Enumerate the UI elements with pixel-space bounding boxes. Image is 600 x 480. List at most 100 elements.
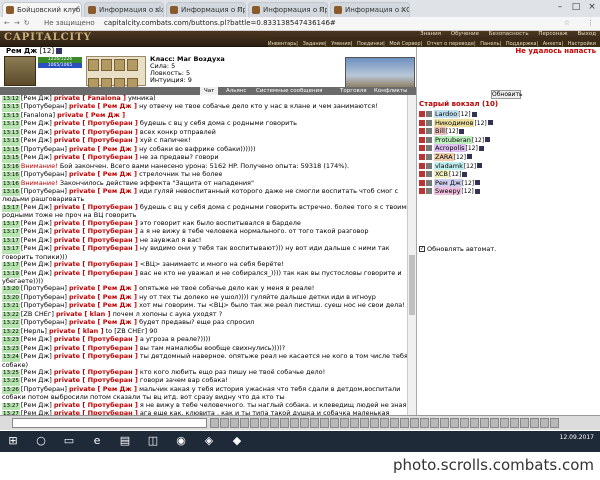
- equipment-slot[interactable]: [88, 59, 99, 71]
- message-author[interactable]: Рем Дж: [23, 369, 49, 376]
- message-time[interactable]: 13:17: [2, 220, 20, 229]
- start-icon[interactable]: ⊞: [4, 434, 22, 448]
- message-author[interactable]: Рем Дж: [23, 120, 49, 127]
- attack-icon[interactable]: [419, 162, 425, 169]
- private-recipient[interactable]: private [ Протуберан ]: [54, 237, 138, 244]
- toolbar-icon[interactable]: [400, 418, 409, 428]
- message-author[interactable]: Протуберан: [23, 171, 64, 178]
- info-icon[interactable]: [477, 163, 483, 169]
- message-time[interactable]: 13:22: [2, 311, 20, 320]
- top-link[interactable]: Знания: [420, 31, 441, 37]
- toolbar-icon[interactable]: [350, 418, 359, 428]
- message-author[interactable]: Рем Дж: [23, 237, 49, 244]
- private-recipient[interactable]: private [ Протуберан ]: [54, 220, 138, 227]
- private-recipient[interactable]: private [ Протуберан ]: [54, 228, 138, 235]
- message-author[interactable]: Рем Дж: [23, 261, 49, 268]
- private-recipient[interactable]: private [ Рем Дж ]: [69, 386, 137, 393]
- toolbar-icon[interactable]: [550, 418, 559, 428]
- tab-trade[interactable]: Торговля: [336, 87, 371, 95]
- room-player[interactable]: XCB[12]: [419, 170, 599, 179]
- attack-icon[interactable]: [419, 145, 425, 152]
- toolbar-icon[interactable]: [500, 418, 509, 428]
- private-recipient[interactable]: private [ Протуберан ]: [54, 353, 138, 360]
- private-recipient[interactable]: private [ Рем Дж ]: [69, 294, 137, 301]
- private-recipient[interactable]: private [ Протуберан ]: [54, 270, 138, 277]
- attack-icon[interactable]: [419, 179, 425, 186]
- message-time[interactable]: 13:17: [2, 237, 20, 246]
- info-icon[interactable]: [466, 154, 472, 160]
- folder-icon[interactable]: ▤: [116, 434, 134, 448]
- store-icon[interactable]: ◫: [144, 434, 162, 448]
- message-author[interactable]: Рем Дж: [23, 270, 49, 277]
- private-recipient[interactable]: private [ Рем Дж ]: [57, 112, 125, 119]
- attack-icon[interactable]: [419, 111, 425, 117]
- toolbar-icon[interactable]: [540, 418, 549, 428]
- top-link[interactable]: Персонаж: [538, 31, 567, 37]
- toolbar-icon[interactable]: [390, 418, 399, 428]
- toolbar-icon[interactable]: [510, 418, 519, 428]
- chat-input[interactable]: [12, 418, 207, 428]
- message-time[interactable]: 13:19: [2, 270, 20, 278]
- message-time[interactable]: 13:13: [2, 129, 20, 138]
- tab-conflicts[interactable]: Конфликты: [370, 87, 412, 95]
- toolbar-icon[interactable]: [520, 418, 529, 428]
- attack-icon[interactable]: [419, 171, 425, 178]
- private-recipient[interactable]: private [ Протуберан ]: [54, 120, 138, 127]
- equipment-slot[interactable]: [101, 59, 112, 71]
- private-recipient[interactable]: private [ Рем Дж ]: [69, 319, 137, 326]
- close-tab-icon[interactable]: ×: [72, 3, 78, 17]
- attack-icon[interactable]: [419, 188, 425, 195]
- message-time[interactable]: 13:13: [2, 112, 20, 121]
- app-icon[interactable]: ◈: [200, 434, 218, 448]
- toolbar-icon[interactable]: [210, 418, 219, 428]
- room-player-name[interactable]: Protuberan: [434, 135, 472, 144]
- message-author[interactable]: Рем Дж: [23, 220, 49, 227]
- private-recipient[interactable]: private [ Протуберан ]: [54, 369, 138, 376]
- chrome-icon[interactable]: ◉: [172, 434, 190, 448]
- message-author[interactable]: Рем Дж: [23, 228, 49, 235]
- info-icon[interactable]: [474, 188, 480, 194]
- close-tab-icon[interactable]: ×: [154, 3, 160, 17]
- auto-refresh-option[interactable]: ✓ Обновлять автомат.: [419, 245, 496, 253]
- room-player-name[interactable]: Никодимов: [434, 118, 475, 127]
- private-recipient[interactable]: private [ Протуберан ]: [54, 204, 138, 211]
- attack-icon[interactable]: [419, 153, 425, 160]
- equipment-slot[interactable]: [127, 59, 138, 71]
- message-time[interactable]: 13:20: [2, 294, 20, 303]
- message-author[interactable]: Нерль: [23, 328, 44, 335]
- room-player-name[interactable]: Acropolis: [434, 144, 466, 153]
- room-player-name[interactable]: Bill: [434, 127, 446, 136]
- message-author[interactable]: Рем Дж: [23, 377, 49, 384]
- private-recipient[interactable]: private [ Протуберан ]: [54, 336, 138, 343]
- message-author[interactable]: Протуберан: [23, 294, 64, 301]
- toolbar-icon[interactable]: [430, 418, 439, 428]
- message-time[interactable]: 13:26: [2, 386, 20, 395]
- app-icon[interactable]: ◆: [228, 434, 246, 448]
- toolbar-icon[interactable]: [480, 418, 489, 428]
- message-time[interactable]: 13:17: [2, 246, 20, 254]
- toolbar-icon[interactable]: [380, 418, 389, 428]
- private-recipient[interactable]: private [ Протуберан ]: [54, 261, 138, 268]
- back-icon[interactable]: ←: [4, 19, 14, 27]
- forward-icon[interactable]: →: [14, 19, 24, 27]
- message-author[interactable]: Рем Дж: [23, 137, 49, 144]
- tab-chat[interactable]: Чат: [200, 87, 219, 95]
- edge-icon[interactable]: e: [88, 434, 106, 448]
- toolbar-icon[interactable]: [450, 418, 459, 428]
- close-tab-icon[interactable]: ×: [318, 3, 324, 17]
- toolbar-icon[interactable]: [420, 418, 429, 428]
- browser-tab[interactable]: Бойцовский клуб ×: [2, 2, 82, 17]
- close-window-icon[interactable]: ×: [584, 0, 600, 15]
- attack-icon[interactable]: [419, 119, 425, 126]
- private-recipient[interactable]: private [ Протуберан ]: [54, 377, 138, 384]
- message-time[interactable]: 13:23: [2, 345, 20, 354]
- message-time[interactable]: 13:21: [2, 303, 20, 311]
- top-link[interactable]: Безопасность: [489, 31, 529, 37]
- message-time[interactable]: 13:17: [2, 204, 20, 213]
- toolbar-icon[interactable]: [410, 418, 419, 428]
- toolbar-icon[interactable]: [320, 418, 329, 428]
- private-recipient[interactable]: private [ Протуберан ]: [54, 129, 138, 136]
- message-time[interactable]: 13:25: [2, 369, 20, 378]
- toolbar-icon[interactable]: [300, 418, 309, 428]
- message-author[interactable]: Рем Дж: [23, 345, 49, 352]
